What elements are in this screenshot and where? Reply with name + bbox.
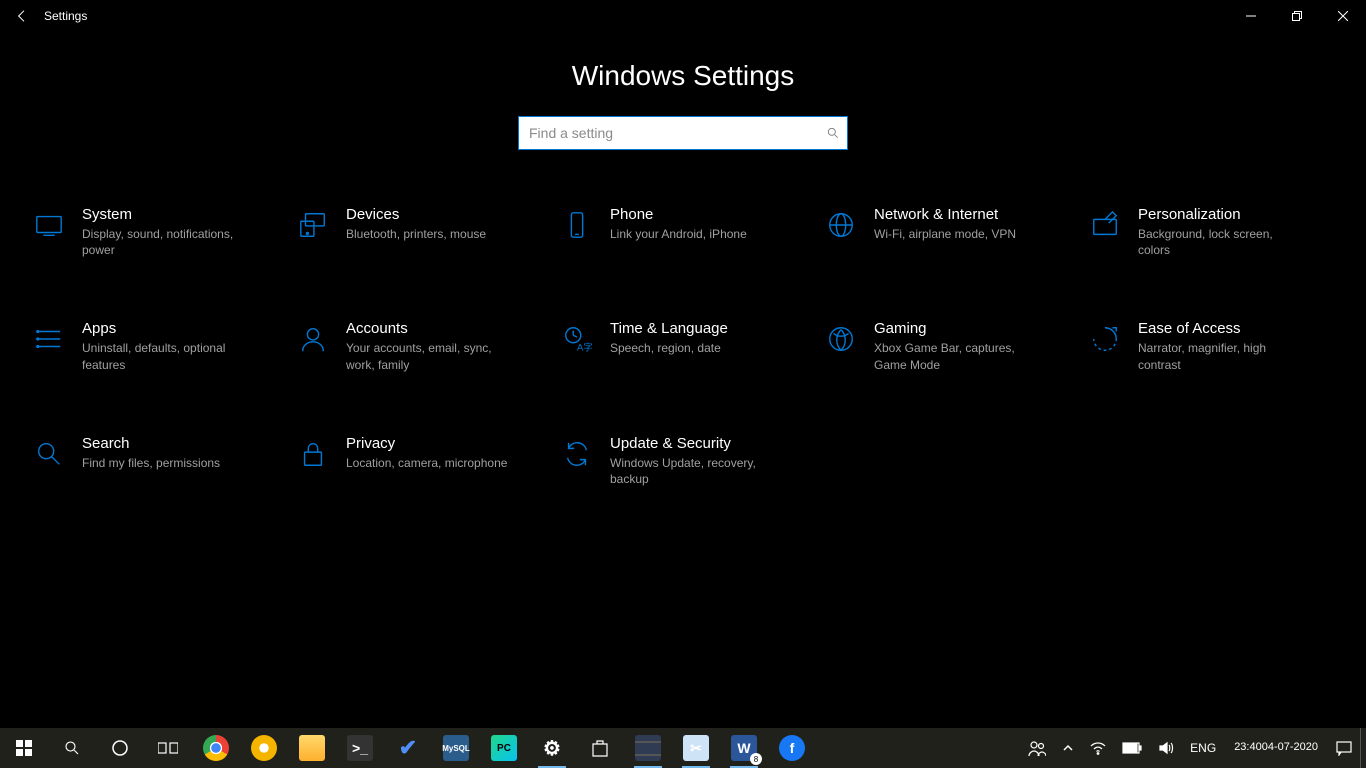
tray-people-icon[interactable] (1020, 728, 1054, 768)
taskbar-app-terminal[interactable]: >_ (336, 728, 384, 768)
category-apps[interactable]: Apps Uninstall, defaults, optional featu… (28, 318, 282, 374)
titlebar: Settings (0, 0, 1366, 32)
category-desc: Display, sound, notifications, power (82, 226, 252, 258)
category-desc: Link your Android, iPhone (610, 226, 747, 242)
tray-action-center-icon[interactable] (1328, 728, 1360, 768)
window-controls (1228, 0, 1366, 32)
category-accounts[interactable]: Accounts Your accounts, email, sync, wor… (292, 318, 546, 374)
search-input[interactable] (519, 125, 819, 141)
word-badge: 8 (750, 753, 762, 765)
category-privacy[interactable]: Privacy Location, camera, microphone (292, 433, 546, 489)
start-button[interactable] (0, 728, 48, 768)
category-desc: Your accounts, email, sync, work, family (346, 340, 516, 372)
category-title: System (82, 206, 252, 223)
category-desc: Narrator, magnifier, high contrast (1138, 340, 1308, 372)
update-security-icon (558, 435, 596, 473)
taskbar: >_ ✔ MySQL PC ⚙ ✂ W8 f ENG 23:40 04-07-2… (0, 728, 1366, 768)
category-search[interactable]: Search Find my files, permissions (28, 433, 282, 489)
gaming-icon (822, 320, 860, 358)
category-title: Gaming (874, 320, 1044, 337)
category-update-security[interactable]: Update & Security Windows Update, recove… (556, 433, 810, 489)
ease-of-access-icon (1086, 320, 1124, 358)
category-desc: Location, camera, microphone (346, 455, 507, 471)
tray-battery-icon[interactable] (1114, 728, 1150, 768)
taskbar-search-button[interactable] (48, 728, 96, 768)
close-button[interactable] (1320, 0, 1366, 32)
category-desc: Windows Update, recovery, backup (610, 455, 780, 487)
taskbar-app-mysql[interactable]: MySQL (432, 728, 480, 768)
maximize-button[interactable] (1274, 0, 1320, 32)
category-title: Update & Security (610, 435, 780, 452)
phone-icon (558, 206, 596, 244)
category-network[interactable]: Network & Internet Wi-Fi, airplane mode,… (820, 204, 1074, 260)
globe-icon (822, 206, 860, 244)
taskbar-app-calculator[interactable] (624, 728, 672, 768)
task-view-button[interactable] (144, 728, 192, 768)
minimize-button[interactable] (1228, 0, 1274, 32)
category-devices[interactable]: Devices Bluetooth, printers, mouse (292, 204, 546, 260)
taskbar-app-store[interactable] (576, 728, 624, 768)
search-category-icon (30, 435, 68, 473)
page-title: Windows Settings (0, 60, 1366, 92)
taskbar-app-chrome-canary[interactable] (240, 728, 288, 768)
category-desc: Speech, region, date (610, 340, 728, 356)
category-time-language[interactable]: A字 Time & Language Speech, region, date (556, 318, 810, 374)
category-title: Phone (610, 206, 747, 223)
category-ease-of-access[interactable]: Ease of Access Narrator, magnifier, high… (1084, 318, 1338, 374)
search-box[interactable] (518, 116, 848, 150)
time-language-icon: A字 (558, 320, 596, 358)
category-title: Privacy (346, 435, 507, 452)
tray-volume-icon[interactable] (1150, 728, 1182, 768)
category-desc: Uninstall, defaults, optional features (82, 340, 252, 372)
svg-text:A字: A字 (577, 342, 592, 353)
devices-icon (294, 206, 332, 244)
tray-date: 04-07-2020 (1262, 741, 1318, 755)
search-icon (819, 126, 847, 140)
category-desc: Bluetooth, printers, mouse (346, 226, 486, 242)
apps-icon (30, 320, 68, 358)
taskbar-app-todo[interactable]: ✔ (384, 728, 432, 768)
app-title: Settings (44, 9, 87, 23)
category-title: Apps (82, 320, 252, 337)
taskbar-app-chrome[interactable] (192, 728, 240, 768)
accounts-icon (294, 320, 332, 358)
tray-wifi-icon[interactable] (1082, 728, 1114, 768)
category-title: Ease of Access (1138, 320, 1308, 337)
category-title: Time & Language (610, 320, 728, 337)
settings-categories: System Display, sound, notifications, po… (28, 204, 1338, 489)
back-button[interactable] (8, 2, 36, 30)
category-title: Personalization (1138, 206, 1308, 223)
system-tray: ENG 23:40 04-07-2020 (1020, 728, 1366, 768)
system-icon (30, 206, 68, 244)
taskbar-app-settings[interactable]: ⚙ (528, 728, 576, 768)
category-phone[interactable]: Phone Link your Android, iPhone (556, 204, 810, 260)
search-wrap (0, 116, 1366, 150)
category-personalization[interactable]: Personalization Background, lock screen,… (1084, 204, 1338, 260)
category-desc: Xbox Game Bar, captures, Game Mode (874, 340, 1044, 372)
show-desktop-button[interactable] (1360, 728, 1366, 768)
taskbar-app-word[interactable]: W8 (720, 728, 768, 768)
tray-chevron-up-icon[interactable] (1054, 728, 1082, 768)
tray-clock[interactable]: 23:40 04-07-2020 (1224, 728, 1328, 768)
category-desc: Find my files, permissions (82, 455, 220, 471)
cortana-button[interactable] (96, 728, 144, 768)
tray-time: 23:40 (1234, 741, 1262, 755)
taskbar-app-file-explorer[interactable] (288, 728, 336, 768)
category-desc: Background, lock screen, colors (1138, 226, 1308, 258)
taskbar-app-pycharm[interactable]: PC (480, 728, 528, 768)
category-title: Network & Internet (874, 206, 1016, 223)
personalization-icon (1086, 206, 1124, 244)
category-title: Accounts (346, 320, 516, 337)
taskbar-app-snipping-tool[interactable]: ✂ (672, 728, 720, 768)
category-system[interactable]: System Display, sound, notifications, po… (28, 204, 282, 260)
category-title: Search (82, 435, 220, 452)
category-gaming[interactable]: Gaming Xbox Game Bar, captures, Game Mod… (820, 318, 1074, 374)
tray-language[interactable]: ENG (1182, 728, 1224, 768)
privacy-icon (294, 435, 332, 473)
taskbar-app-facebook[interactable]: f (768, 728, 816, 768)
category-desc: Wi-Fi, airplane mode, VPN (874, 226, 1016, 242)
category-title: Devices (346, 206, 486, 223)
